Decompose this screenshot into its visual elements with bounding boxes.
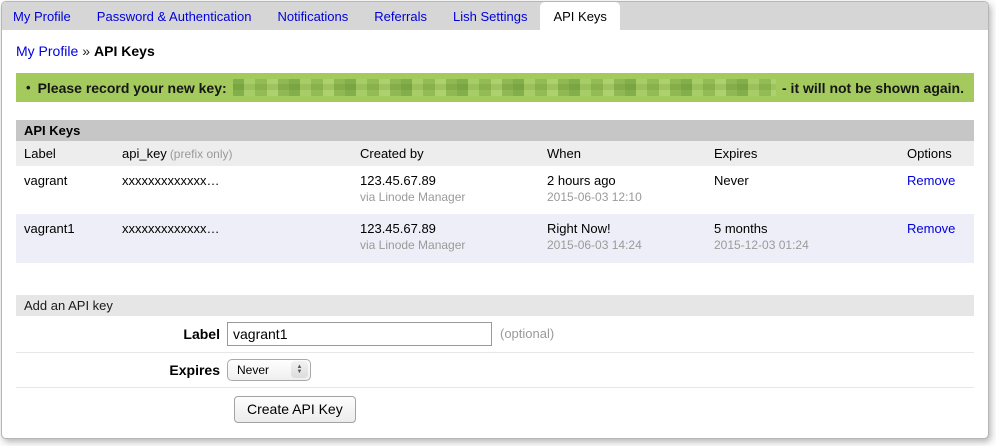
cell-expires: 5 months2015-12-03 01:24 [706, 214, 899, 262]
expires-select-value: Never [237, 363, 269, 377]
cell-options: Remove [899, 214, 974, 262]
cell-created-via: via Linode Manager [360, 238, 531, 254]
col-header-api-key: api_key(prefix only) [114, 141, 352, 166]
col-header-api-key-note: (prefix only) [170, 147, 233, 161]
profile-tabbar: My Profile Password & Authentication Not… [2, 2, 988, 30]
cell-expires: Never [706, 166, 899, 214]
cell-expires-date: 2015-12-03 01:24 [714, 238, 891, 254]
cell-label: vagrant1 [16, 214, 114, 262]
label-optional-note: (optional) [500, 326, 554, 341]
select-stepper-icon: ▲▼ [291, 361, 308, 378]
alert-bullet-icon: • [26, 80, 31, 95]
label-input[interactable] [227, 322, 492, 346]
breadcrumb-my-profile-link[interactable]: My Profile [16, 43, 78, 59]
table-row: vagrant xxxxxxxxxxxxx… 123.45.67.89via L… [16, 166, 974, 214]
tab-notifications[interactable]: Notifications [264, 2, 361, 30]
redacted-key-blur [233, 79, 776, 96]
tab-password-authentication[interactable]: Password & Authentication [84, 2, 265, 30]
submit-row: Create API Key [16, 388, 974, 423]
col-header-label: Label [16, 141, 114, 166]
table-title: API Keys [16, 120, 974, 141]
expires-select[interactable]: Never ▲▼ [227, 359, 311, 381]
add-api-key-section-title: Add an API key [16, 295, 974, 316]
cell-api-key: xxxxxxxxxxxxx… [114, 166, 352, 214]
cell-label: vagrant [16, 166, 114, 214]
cell-when-date: 2015-06-03 12:10 [547, 190, 698, 206]
expires-field-row: Expires Never ▲▼ [16, 353, 974, 388]
profile-window: My Profile Password & Authentication Not… [1, 1, 989, 439]
cell-api-key: xxxxxxxxxxxxx… [114, 214, 352, 262]
tab-referrals[interactable]: Referrals [361, 2, 440, 30]
api-keys-table: API Keys Label api_key(prefix only) Crea… [16, 120, 974, 263]
new-key-alert: • Please record your new key: - it will … [16, 73, 974, 102]
cell-when-date: 2015-06-03 14:24 [547, 238, 698, 254]
remove-key-link[interactable]: Remove [907, 221, 955, 236]
col-header-options: Options [899, 141, 974, 166]
tab-lish-settings[interactable]: Lish Settings [440, 2, 540, 30]
cell-created-by: 123.45.67.89via Linode Manager [352, 166, 539, 214]
cell-options: Remove [899, 166, 974, 214]
table-header-row: Label api_key(prefix only) Created by Wh… [16, 141, 974, 166]
col-header-expires: Expires [706, 141, 899, 166]
label-field-row: Label (optional) [16, 316, 974, 353]
create-api-key-button[interactable]: Create API Key [234, 396, 356, 423]
cell-created-via: via Linode Manager [360, 190, 531, 206]
table-row: vagrant1 xxxxxxxxxxxxx… 123.45.67.89via … [16, 214, 974, 262]
add-api-key-form: Label (optional) Expires Never ▲▼ Create… [16, 316, 974, 423]
label-field-caption: Label [16, 326, 227, 342]
col-header-when: When [539, 141, 706, 166]
breadcrumb: My Profile»API Keys [2, 30, 988, 63]
tab-api-keys[interactable]: API Keys [540, 2, 619, 30]
alert-prefix-text: Please record your new key: [38, 80, 227, 96]
col-header-created-by: Created by [352, 141, 539, 166]
cell-when: Right Now!2015-06-03 14:24 [539, 214, 706, 262]
cell-created-by: 123.45.67.89via Linode Manager [352, 214, 539, 262]
cell-when: 2 hours ago2015-06-03 12:10 [539, 166, 706, 214]
expires-field-caption: Expires [16, 362, 227, 378]
breadcrumb-separator: » [82, 43, 90, 59]
alert-suffix-text: - it will not be shown again. [782, 80, 964, 96]
tab-my-profile[interactable]: My Profile [2, 2, 84, 30]
page-title: API Keys [94, 43, 155, 59]
remove-key-link[interactable]: Remove [907, 173, 955, 188]
